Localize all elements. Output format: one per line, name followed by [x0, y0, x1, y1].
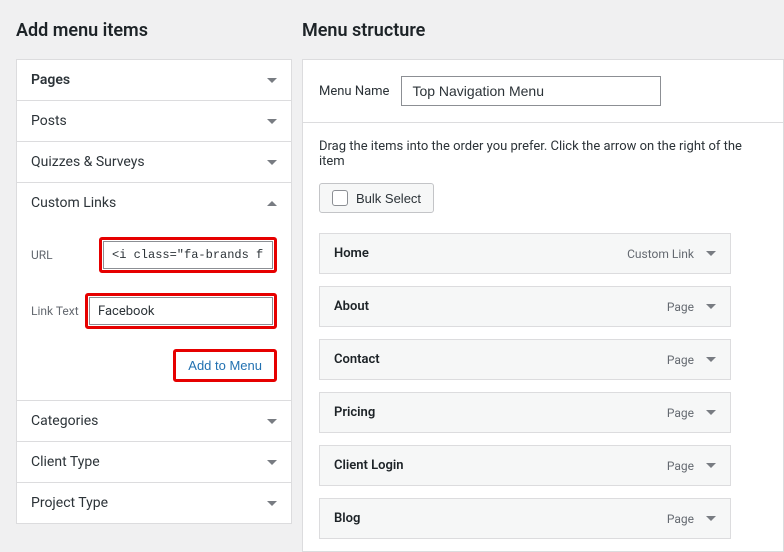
accordion-pages[interactable]: Pages — [16, 59, 292, 101]
bulk-select-label: Bulk Select — [356, 191, 421, 206]
chevron-down-icon — [706, 357, 716, 362]
menu-item-title: Blog — [334, 511, 360, 526]
highlight-box: Add to Menu — [173, 349, 277, 382]
chevron-down-icon — [267, 160, 277, 165]
menu-item[interactable]: About Page — [319, 286, 731, 327]
menu-item[interactable]: Client Login Page — [319, 445, 731, 486]
accordion-client-type-label: Client Type — [31, 454, 100, 470]
accordion-custom-links-label: Custom Links — [31, 195, 116, 211]
chevron-down-icon — [267, 419, 277, 424]
accordion-categories[interactable]: Categories — [16, 400, 292, 442]
menu-item-type: Page — [667, 300, 694, 314]
url-label: URL — [31, 248, 99, 262]
accordion-posts-label: Posts — [31, 113, 67, 129]
url-input[interactable] — [103, 241, 273, 269]
menu-item-type: Page — [667, 406, 694, 420]
accordion-project-type[interactable]: Project Type — [16, 482, 292, 524]
link-text-label: Link Text — [31, 304, 85, 318]
chevron-down-icon — [267, 119, 277, 124]
menu-item-title: Pricing — [334, 405, 375, 420]
menu-item-title: Contact — [334, 352, 380, 367]
chevron-down-icon — [706, 516, 716, 521]
menu-name-input[interactable] — [401, 76, 661, 106]
menu-item[interactable]: Pricing Page — [319, 392, 731, 433]
instructions-text: Drag the items into the order you prefer… — [303, 123, 783, 183]
chevron-down-icon — [267, 501, 277, 506]
chevron-down-icon — [706, 463, 716, 468]
menu-item-type: Page — [667, 512, 694, 526]
accordion-project-type-label: Project Type — [31, 495, 108, 511]
menu-item[interactable]: Blog Page — [319, 498, 731, 539]
highlight-box — [99, 237, 277, 273]
accordion-categories-label: Categories — [31, 413, 98, 429]
menu-item-title: Client Login — [334, 458, 404, 473]
menu-item-type: Page — [667, 459, 694, 473]
menu-item-type: Custom Link — [627, 247, 694, 261]
accordion-quizzes[interactable]: Quizzes & Surveys — [16, 141, 292, 183]
checkbox-icon — [332, 190, 348, 206]
add-to-menu-button[interactable]: Add to Menu — [176, 352, 274, 379]
menu-structure-heading: Menu structure — [302, 20, 784, 41]
menu-item[interactable]: Home Custom Link — [319, 233, 731, 274]
link-text-input[interactable] — [89, 297, 273, 325]
chevron-down-icon — [706, 410, 716, 415]
accordion-posts[interactable]: Posts — [16, 100, 292, 142]
menu-name-label: Menu Name — [319, 84, 389, 99]
menu-item-title: About — [334, 299, 369, 314]
chevron-down-icon — [706, 251, 716, 256]
menu-item[interactable]: Contact Page — [319, 339, 731, 380]
menu-item-type: Page — [667, 353, 694, 367]
accordion-client-type[interactable]: Client Type — [16, 441, 292, 483]
accordion-pages-label: Pages — [31, 72, 70, 88]
accordion-quizzes-label: Quizzes & Surveys — [31, 154, 145, 170]
bulk-select-button[interactable]: Bulk Select — [319, 183, 434, 213]
chevron-down-icon — [267, 78, 277, 83]
chevron-up-icon — [267, 201, 277, 206]
accordion-custom-links[interactable]: Custom Links URL Link Text — [16, 182, 292, 401]
menu-item-title: Home — [334, 246, 369, 261]
chevron-down-icon — [706, 304, 716, 309]
add-menu-items-heading: Add menu items — [16, 20, 292, 41]
menu-structure-panel: Menu Name Drag the items into the order … — [302, 59, 784, 552]
highlight-box — [85, 293, 277, 329]
chevron-down-icon — [267, 460, 277, 465]
